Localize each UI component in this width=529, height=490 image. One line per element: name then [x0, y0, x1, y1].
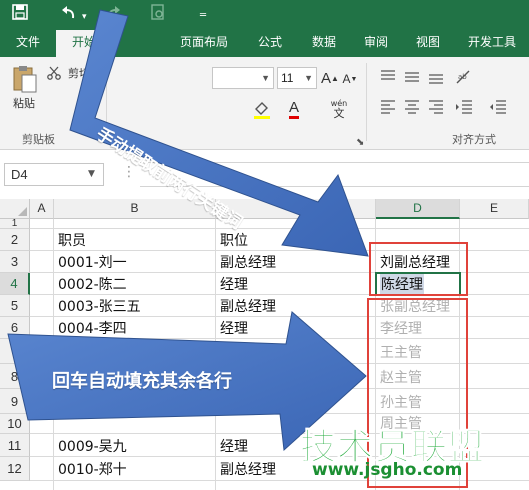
fill-color-icon[interactable]	[250, 97, 274, 121]
tab-data[interactable]: 数据	[302, 30, 346, 57]
chevron-down-icon: ▼	[261, 73, 270, 83]
more-dots-icon: ⋮	[122, 164, 136, 180]
cell-c4[interactable]: 经理	[216, 273, 374, 295]
column-header-b[interactable]: B	[54, 199, 216, 219]
cell-c2[interactable]: 职位	[216, 229, 374, 251]
save-icon[interactable]	[12, 4, 28, 25]
font-size-combo[interactable]: 11 ▼	[277, 67, 317, 89]
font-size-value: 11	[281, 71, 294, 85]
row-header[interactable]: 12	[0, 457, 30, 481]
paste-icon[interactable]	[8, 63, 42, 95]
cell-b3[interactable]: 0001-刘一	[54, 251, 214, 273]
font-name-combo[interactable]: ▼	[212, 67, 274, 89]
print-preview-icon[interactable]	[150, 4, 166, 25]
tab-review[interactable]: 审阅	[354, 30, 398, 57]
cell-c6[interactable]: 经理	[216, 317, 374, 339]
align-top-icon[interactable]	[378, 67, 398, 87]
tab-page-layout[interactable]: 页面布局	[172, 30, 236, 57]
row-header[interactable]: 7	[0, 339, 30, 364]
ribbon: 粘贴 剪切 剪贴板 ▼ 11 ▼ A ▲ A ▼ A wén 文 ⬊ ab 对齐…	[0, 57, 529, 150]
ribbon-separator	[106, 63, 107, 141]
column-header-e[interactable]: E	[460, 199, 529, 219]
orientation-icon[interactable]: ab	[452, 67, 476, 87]
customize-icon[interactable]: ═	[200, 6, 206, 26]
paste-button[interactable]: 粘贴	[6, 95, 42, 111]
manual-entry-highlight	[369, 242, 468, 296]
quick-access-toolbar: ▾ ═	[0, 0, 529, 30]
grow-font-icon[interactable]: A ▲	[321, 67, 339, 89]
tab-developer[interactable]: 开发工具	[458, 30, 526, 57]
row-header[interactable]: 3	[0, 251, 30, 273]
tab-file[interactable]: 文件	[6, 30, 50, 57]
row-header[interactable]: 9	[0, 389, 30, 414]
scissors-icon[interactable]	[46, 65, 62, 81]
row-header[interactable]: 2	[0, 229, 30, 251]
cell-b2[interactable]: 职员	[54, 229, 214, 251]
column-header-d[interactable]: D	[376, 199, 460, 219]
column-header-c[interactable]: C	[216, 199, 376, 219]
alignment-group-label: 对齐方式	[452, 133, 496, 146]
indent-right-icon[interactable]	[486, 97, 510, 117]
align-right-icon[interactable]	[426, 97, 446, 117]
chevron-down-icon[interactable]: ▼	[88, 169, 95, 179]
cell-b5[interactable]: 0003-张三五	[54, 295, 214, 317]
row-header[interactable]: 10	[0, 414, 30, 434]
indent-icon[interactable]	[452, 97, 476, 117]
cut-button[interactable]: 剪切	[64, 64, 94, 82]
row-header[interactable]: 1	[0, 218, 30, 229]
cell-c3[interactable]: 副总经理	[216, 251, 374, 273]
cell-b11[interactable]: 0009-吴九	[54, 434, 214, 457]
cell-b6[interactable]: 0004-李四	[54, 317, 214, 339]
tab-home[interactable]: 开始	[56, 30, 112, 57]
row-header[interactable]: 8	[0, 364, 30, 389]
formula-input[interactable]	[140, 162, 529, 187]
shrink-font-icon[interactable]: A ▼	[342, 69, 358, 89]
phonetic-sub: 文	[333, 107, 345, 120]
tab-formulas[interactable]: 公式	[248, 30, 292, 57]
select-all-corner[interactable]	[0, 199, 30, 219]
ribbon-tabs: 文件 开始 页面布局 公式 数据 审阅 视图 开发工具	[0, 30, 529, 57]
align-left-icon[interactable]	[378, 97, 398, 117]
cell-b4[interactable]: 0002-陈二	[54, 273, 214, 295]
row-header[interactable]: 11	[0, 434, 30, 457]
redo-icon[interactable]	[104, 4, 124, 25]
chevron-down-icon: ▼	[304, 73, 313, 83]
row-header[interactable]: 4	[0, 273, 30, 295]
ribbon-separator	[366, 63, 367, 141]
formula-bar: D4 ▼ ⋮	[0, 150, 529, 199]
undo-icon[interactable]	[58, 4, 78, 25]
watermark-url: www.jsgho.com	[312, 460, 463, 480]
undo-dropdown-icon[interactable]: ▾	[82, 7, 87, 27]
column-header-a[interactable]: A	[30, 199, 54, 219]
cell-b12[interactable]: 0010-郑十	[54, 457, 214, 481]
phonetic-icon[interactable]: wén 文	[326, 97, 352, 121]
align-middle-icon[interactable]	[402, 67, 422, 87]
row-header[interactable]: 5	[0, 295, 30, 317]
cell-c5[interactable]: 副总经理	[216, 295, 374, 317]
row-header[interactable]: 6	[0, 317, 30, 339]
tab-view[interactable]: 视图	[406, 30, 450, 57]
align-bottom-icon[interactable]	[426, 67, 446, 87]
clipboard-group-label: 剪贴板	[22, 133, 55, 146]
font-color-icon[interactable]: A	[282, 97, 306, 121]
align-center-icon[interactable]	[402, 97, 422, 117]
font-dialog-launcher-icon[interactable]: ⬊	[356, 137, 364, 148]
svg-text:ab: ab	[458, 73, 467, 81]
